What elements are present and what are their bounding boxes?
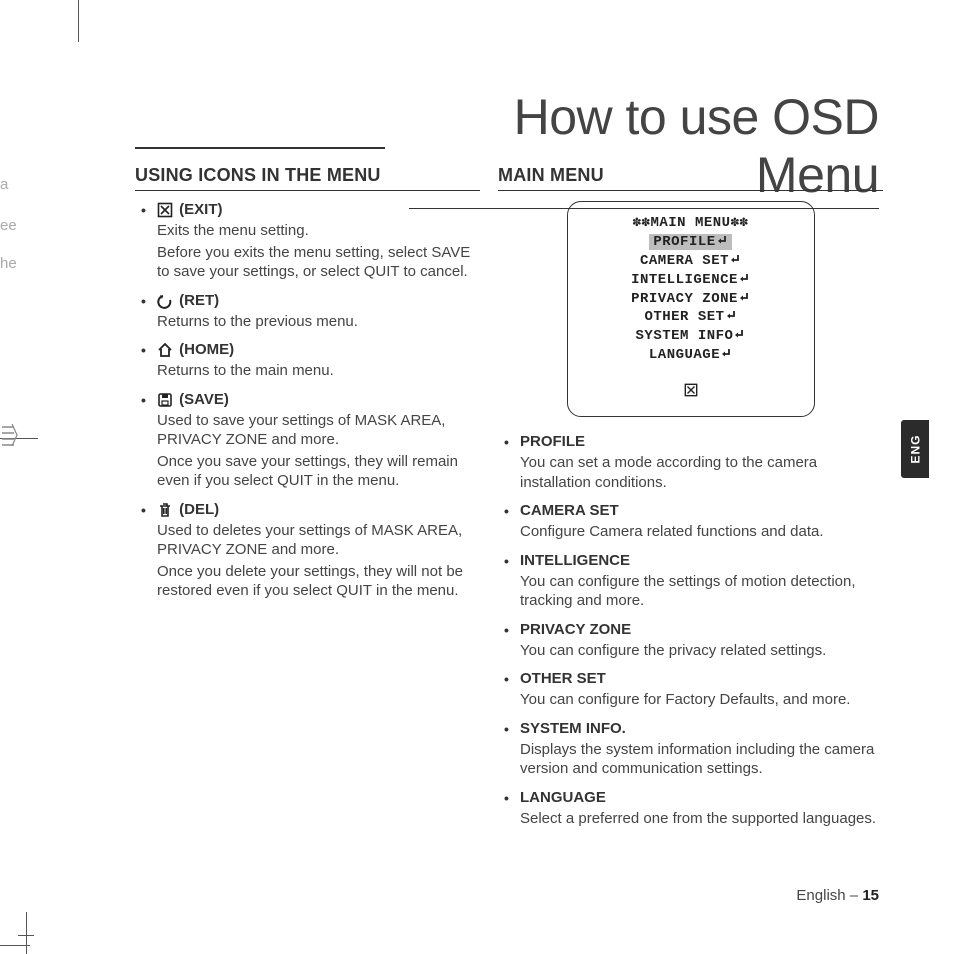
bullet-icon: •	[504, 622, 509, 638]
bullet-icon: •	[141, 342, 146, 358]
bullet-icon: •	[141, 293, 146, 309]
menu-desc-item: • PROFILE You can set a mode according to …	[498, 433, 883, 492]
menu-desc-label: PRIVACY ZONE	[520, 621, 631, 638]
osd-exit-icon	[578, 383, 804, 404]
menu-desc-text: You can set a mode according to the came…	[520, 453, 883, 492]
icon-item-text: Returns to the previous menu.	[157, 312, 480, 332]
menu-desc-text: You can configure for Factory Defaults, …	[520, 690, 883, 710]
menu-desc-item: • LANGUAGE Select a preferred one from the…	[498, 789, 883, 829]
save-icon	[157, 392, 173, 408]
icon-item-label: (HOME)	[179, 341, 234, 358]
bullet-icon: •	[504, 790, 509, 806]
bullet-icon: •	[504, 671, 509, 687]
icon-item-label: (SAVE)	[179, 391, 229, 408]
exit-icon	[157, 202, 173, 218]
menu-desc-item: • CAMERA SET Configure Camera related func…	[498, 502, 883, 542]
osd-menu-item: LANGUAGE	[578, 346, 804, 365]
bullet-icon: •	[141, 502, 146, 518]
icon-item-home: • (HOME) Returns to the main menu.	[135, 341, 480, 381]
menu-desc-item: • PRIVACY ZONE You can configure the priva…	[498, 621, 883, 661]
menu-desc-item: • SYSTEM INFO. Displays the system informa…	[498, 720, 883, 779]
page-footer: English – 15	[796, 887, 879, 904]
icon-item-text: Once you save your settings, they will r…	[157, 452, 480, 491]
osd-screen: ✽✽MAIN MENU✽✽ PROFILECAMERA SETINTELLIGE…	[567, 201, 815, 417]
menu-desc-text: Configure Camera related functions and d…	[520, 522, 883, 542]
menu-desc-text: Displays the system information includin…	[520, 740, 883, 779]
bullet-icon: •	[141, 202, 146, 218]
icon-item-ret: • (RET) Returns to the previous menu.	[135, 292, 480, 332]
footer-language: English	[796, 887, 845, 904]
icon-item-label: (RET)	[179, 292, 219, 309]
bullet-icon: •	[504, 503, 509, 519]
menu-desc-label: CAMERA SET	[520, 502, 619, 519]
menu-desc-text: Select a preferred one from the supporte…	[520, 809, 883, 829]
menu-desc-label: PROFILE	[520, 433, 585, 450]
menu-desc-item: • INTELLIGENCE You can configure the setti…	[498, 552, 883, 611]
osd-menu-item: PRIVACY ZONE	[578, 290, 804, 309]
bullet-icon: •	[504, 434, 509, 450]
menu-desc-item: • OTHER SET You can configure for Factory …	[498, 670, 883, 710]
crop-mark-top	[78, 0, 79, 42]
menu-desc-label: LANGUAGE	[520, 789, 606, 806]
menu-desc-label: OTHER SET	[520, 670, 606, 687]
enter-icon	[729, 253, 741, 265]
bullet-icon: •	[141, 392, 146, 408]
icon-item-label: (DEL)	[179, 501, 219, 518]
icon-item-del: • (DEL) Used to deletes your settings of…	[135, 501, 480, 601]
enter-icon	[733, 328, 745, 340]
osd-menu-item: OTHER SET	[578, 308, 804, 327]
icon-item-exit: • (EXIT) Exits the menu setting. Before …	[135, 201, 480, 282]
crop-mark-bottom-v	[26, 912, 27, 954]
icon-item-text: Exits the menu setting.	[157, 221, 480, 241]
crop-mark-bottom-h2	[18, 935, 34, 936]
osd-title: ✽✽MAIN MENU✽✽	[578, 214, 804, 233]
edge-fragment: a	[0, 174, 8, 197]
crop-mark-bottom-h	[0, 945, 30, 946]
icon-item-text: Returns to the main menu.	[157, 361, 480, 381]
enter-icon	[738, 291, 750, 303]
enter-icon	[716, 234, 728, 246]
home-icon	[157, 342, 173, 358]
language-tab: ENG	[901, 420, 929, 478]
section-heading-icons: USING ICONS IN THE MENU	[135, 165, 480, 191]
title-rule-left	[135, 147, 385, 149]
icon-item-label: (EXIT)	[179, 201, 222, 218]
osd-menu-item: PROFILE	[578, 233, 804, 252]
bullet-icon: •	[504, 553, 509, 569]
icon-item-text: Before you exits the menu setting, selec…	[157, 243, 480, 282]
enter-icon	[725, 309, 737, 321]
icon-item-text: Once you delete your settings, they will…	[157, 562, 480, 601]
enter-icon	[720, 347, 732, 359]
menu-desc-text: You can configure the settings of motion…	[520, 572, 883, 611]
align-icon	[2, 424, 18, 454]
footer-page-number: 15	[862, 887, 879, 904]
enter-icon	[738, 272, 750, 284]
edge-fragment: ee	[0, 215, 17, 238]
menu-desc-label: SYSTEM INFO.	[520, 720, 626, 737]
osd-menu-item: INTELLIGENCE	[578, 271, 804, 290]
return-icon	[157, 293, 173, 309]
delete-icon	[157, 502, 173, 518]
osd-menu-item: SYSTEM INFO	[578, 327, 804, 346]
menu-desc-text: You can configure the privacy related se…	[520, 641, 883, 661]
icon-item-save: • (SAVE) Used to save your settings of M…	[135, 391, 480, 491]
osd-menu-item: CAMERA SET	[578, 252, 804, 271]
icon-item-text: Used to save your settings of MASK AREA,…	[157, 411, 480, 450]
edge-fragment: he	[0, 253, 17, 276]
bullet-icon: •	[504, 721, 509, 737]
icon-item-text: Used to deletes your settings of MASK AR…	[157, 521, 480, 560]
section-heading-main-menu: MAIN MENU	[498, 165, 883, 191]
menu-desc-label: INTELLIGENCE	[520, 552, 630, 569]
